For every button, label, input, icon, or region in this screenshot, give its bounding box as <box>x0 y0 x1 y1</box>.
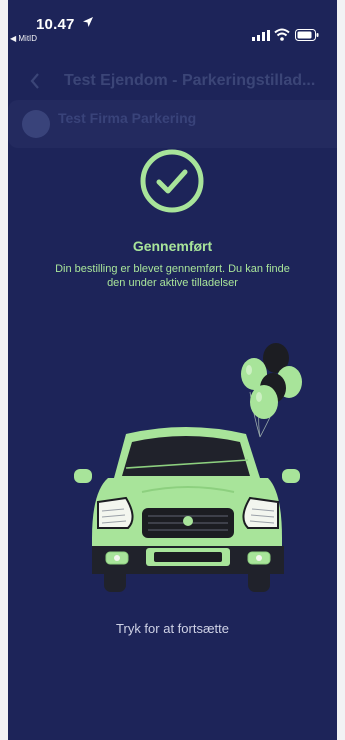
check-circle-icon <box>140 149 204 213</box>
tap-to-continue[interactable]: Tryk for at fortsætte <box>8 621 337 636</box>
success-message: Din bestilling er blevet gennemført. Du … <box>55 263 290 289</box>
car-body <box>74 427 300 592</box>
success-screen[interactable]: 10.47 ◀ MitID Test Ejendom - Parkeringst… <box>8 0 337 740</box>
car-illustration <box>74 343 302 592</box>
wifi-icon <box>274 28 290 41</box>
back-chevron-icon <box>30 73 39 89</box>
balloons-illustration <box>241 343 302 438</box>
success-title: Gennemført <box>132 238 213 254</box>
background-card: Test Firma Parkering <box>8 100 337 148</box>
status-bar: 10.47 ◀ MitID <box>8 0 337 44</box>
avatar <box>22 110 50 138</box>
status-time: 10.47 <box>36 16 75 33</box>
signal-icon <box>252 30 270 41</box>
background-card-label: Test Firma Parkering <box>58 110 197 126</box>
back-to-app-link[interactable]: ◀ MitID <box>10 34 37 43</box>
battery-icon <box>295 29 319 41</box>
location-arrow-icon <box>83 17 93 27</box>
background-page-title: Test Ejendom - Parkeringstillad... <box>64 72 316 89</box>
